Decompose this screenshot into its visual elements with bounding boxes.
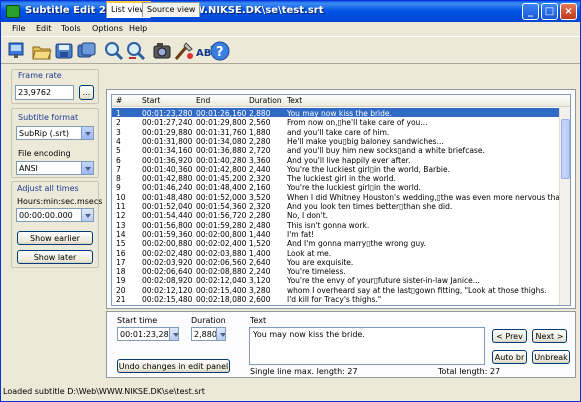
edit-panel: Start time 00:01:23,280 Duration 2,880 T… (106, 311, 576, 378)
visual-sync-icon[interactable] (151, 40, 173, 62)
table-row[interactable]: 10 00:01:48,480 00:01:52,000 3,520 When I di… (112, 192, 570, 202)
start-time-label: Start time (117, 316, 158, 325)
menu-file[interactable]: File (12, 24, 25, 33)
subtitle-format-value: SubRip (.srt) (19, 129, 70, 138)
tab-source-view[interactable]: Source view (142, 2, 201, 17)
table-row[interactable]: 8 00:01:42,880 00:01:45,200 2,320 The luckie… (112, 173, 559, 183)
close-button[interactable]: × (560, 3, 577, 20)
prev-button[interactable]: < Prev (492, 329, 527, 343)
vertical-scrollbar[interactable] (559, 107, 570, 305)
replace-icon[interactable] (125, 40, 147, 62)
undo-edit-button[interactable]: Undo changes in edit panel (117, 359, 230, 373)
table-row[interactable]: 4 00:01:31,800 00:01:34,080 2,280 He'll make… (112, 136, 559, 146)
status-bar: Loaded subtitle D:\Web\WWW.NIKSE.DK\se\t… (3, 387, 205, 396)
menu-options[interactable]: Options (92, 24, 123, 33)
title-bar[interactable]: Subtitle Edit 2.6 - D:\Web\WWW.NIKSE.DK\… (1, 1, 580, 22)
table-row[interactable]: 2 00:01:27,240 00:01:29,800 2,560 From now o… (112, 117, 559, 127)
cell-end: 00:02:18,080 (196, 295, 247, 304)
column-duration[interactable]: Duration (249, 96, 282, 105)
start-time-value: 00:01:23,280 (120, 330, 174, 339)
adjust-times-label: Adjust all times (17, 184, 79, 193)
duration-value: 2,880 (194, 330, 217, 339)
cell-text: I'd kill for Tracy's thighs." (287, 295, 382, 304)
table-row[interactable]: 5 00:01:34,160 00:01:36,880 2,720 and you'll… (112, 145, 559, 155)
scrollbar-thumb[interactable] (561, 119, 570, 179)
frame-rate-input[interactable]: 23,9762 (15, 85, 74, 100)
table-header: # Start End Duration Text (112, 95, 570, 107)
subtitle-table[interactable]: # Start End Duration Text 1 00:01:23,280 0… (111, 94, 571, 306)
spin-arrows-icon[interactable] (216, 328, 225, 340)
menu-help[interactable]: Help (129, 24, 147, 33)
single-line-length: Single line max. length: 27 (250, 367, 358, 376)
toolbar: ABC ? (1, 36, 580, 64)
subtitle-format-label: Subtitle format (18, 113, 79, 122)
file-encoding-value: ANSI (19, 164, 38, 173)
next-button[interactable]: Next > (532, 329, 567, 343)
duration-input[interactable]: 2,880 (191, 327, 226, 341)
menu-bar: File Edit Tools Options Help (1, 22, 580, 36)
maximize-button[interactable]: □ (541, 3, 558, 20)
list-view-panel: # Start End Duration Text 1 00:01:23,280 0… (106, 89, 576, 309)
cell-start: 00:02:15,480 (142, 295, 193, 304)
auto-break-button[interactable]: Auto br (492, 350, 527, 364)
spin-arrows-icon[interactable] (81, 209, 93, 221)
time-format-label: Hours:min:sec.msecs (17, 197, 103, 206)
text-label: Text (250, 316, 267, 325)
start-time-input[interactable]: 00:01:23,280 (117, 327, 179, 341)
table-row[interactable]: 13 00:01:56,800 00:01:59,280 2,480 This isn'… (112, 220, 559, 230)
new-file-icon[interactable] (7, 40, 29, 62)
table-row[interactable]: 16 00:02:02,480 00:02:03,880 1,400 Look at m… (112, 248, 559, 258)
column-end[interactable]: End (196, 96, 210, 105)
file-encoding-select[interactable]: ANSI (16, 161, 94, 175)
column-number[interactable]: # (116, 96, 122, 105)
help-icon[interactable]: ? (209, 40, 231, 62)
adjust-time-input[interactable]: 00:00:00.000 (16, 208, 94, 222)
app-window: Subtitle Edit 2.6 - D:\Web\WWW.NIKSE.DK\… (0, 0, 581, 402)
show-earlier-button[interactable]: Show earlier (17, 231, 93, 245)
frame-rate-browse-button[interactable]: ... (79, 85, 94, 100)
unbreak-button[interactable]: Unbreak (532, 350, 570, 364)
save-as-icon[interactable] (75, 40, 97, 62)
file-encoding-label: File encoding (18, 149, 71, 158)
chevron-down-icon[interactable] (81, 162, 93, 174)
frame-rate-label: Frame rate (18, 71, 62, 80)
table-row[interactable]: 19 00:02:08,920 00:02:12,040 3,120 You're th… (112, 275, 559, 285)
table-row[interactable]: 1 00:01:23,280 00:01:26,160 2,880 You may no… (112, 108, 559, 118)
subtitle-format-select[interactable]: SubRip (.srt) (16, 126, 94, 140)
column-start[interactable]: Start (142, 96, 160, 105)
subtitle-text-area[interactable]: You may now kiss the bride. (249, 327, 485, 365)
show-later-button[interactable]: Show later (17, 250, 93, 264)
table-row[interactable]: 6 00:01:36,920 00:01:40,280 3,360 And you'll… (112, 155, 559, 165)
cell-duration: 2,600 (249, 295, 271, 304)
menu-tools[interactable]: Tools (61, 24, 81, 33)
duration-label: Duration (191, 316, 226, 325)
svg-text:?: ? (216, 45, 224, 60)
table-row[interactable]: 18 00:02:06,640 00:02:08,880 2,240 You're ti… (112, 266, 559, 276)
menu-edit[interactable]: Edit (36, 24, 52, 33)
table-row[interactable]: 11 00:01:52,040 00:01:54,360 2,320 And you l… (112, 201, 559, 211)
chevron-down-icon[interactable] (81, 127, 93, 139)
spin-arrows-icon[interactable] (169, 328, 178, 340)
table-row[interactable]: 20 00:02:12,120 00:02:15,400 3,280 whom I ov… (112, 285, 559, 295)
table-row[interactable]: 15 00:02:00,880 00:02:02,400 1,520 And I'm g… (112, 238, 559, 248)
table-row[interactable]: 17 00:02:03,920 00:02:06,560 2,640 You are e… (112, 257, 559, 267)
save-icon[interactable] (53, 40, 75, 62)
fix-common-errors-icon[interactable] (173, 40, 195, 62)
app-icon (6, 5, 20, 18)
total-length: Total length: 27 (438, 367, 501, 376)
adjust-time-value: 00:00:00.000 (19, 211, 73, 220)
open-file-icon[interactable] (31, 40, 53, 62)
table-row[interactable]: 9 00:01:46,240 00:01:48,400 2,160 You're the… (112, 182, 559, 192)
table-row[interactable]: 3 00:01:29,880 00:01:31,760 1,880 and you'll… (112, 127, 559, 137)
cell-number: 21 (116, 295, 126, 304)
table-row[interactable]: 14 00:01:59,360 00:02:00,800 1,440 I'm fat! (112, 229, 559, 239)
column-text[interactable]: Text (287, 96, 302, 105)
minimize-button[interactable]: _ (522, 3, 539, 20)
table-row[interactable]: 12 00:01:54,440 00:01:56,720 2,280 No, I don… (112, 210, 559, 220)
table-row[interactable]: 21 00:02:15,480 00:02:18,080 2,600 I'd kill … (112, 294, 559, 304)
table-row[interactable]: 7 00:01:40,360 00:01:42,800 2,440 You're the… (112, 164, 559, 174)
find-icon[interactable] (103, 40, 125, 62)
